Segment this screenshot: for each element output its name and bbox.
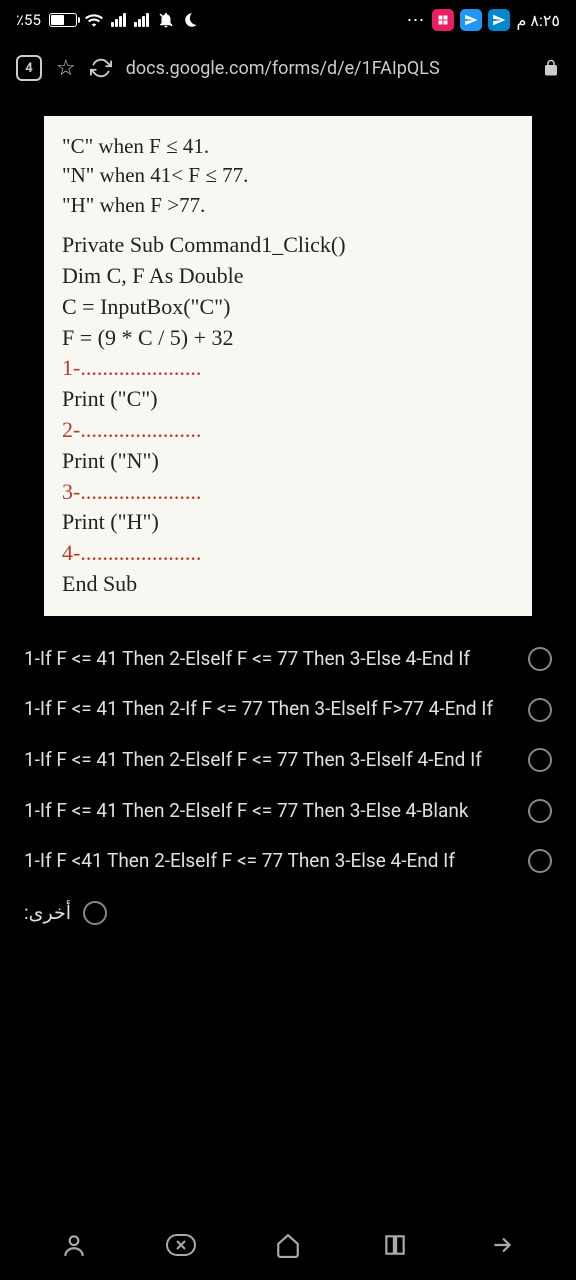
nav-book-button[interactable] <box>379 1229 411 1261</box>
bottom-nav-bar <box>0 1210 576 1280</box>
moon-icon <box>183 11 201 29</box>
code-line: Private Sub Command1_Click() <box>62 230 514 261</box>
radio-option[interactable]: 1-If F <= 41 Then 2-If F <= 77 Then 3-El… <box>24 684 552 735</box>
battery-percent: ٪55 <box>16 11 41 29</box>
option-text: 1-If F <= 41 Then 2-ElseIf F <= 77 Then … <box>24 646 512 673</box>
blank-line: 1-...................... <box>62 353 514 384</box>
app-badge-2 <box>460 9 482 31</box>
code-line: Print ("N") <box>62 446 514 477</box>
app-badge-1 <box>432 9 454 31</box>
radio-circle-icon <box>528 698 552 722</box>
code-line: Dim C, F As Double <box>62 261 514 292</box>
rule-line: "N" when 41< F ≤ 77. <box>62 161 514 190</box>
code-line: F = (9 * C / 5) + 32 <box>62 323 514 354</box>
nav-home-button[interactable] <box>272 1229 304 1261</box>
radio-circle-icon <box>528 849 552 873</box>
status-left: ٪55 <box>16 11 201 29</box>
rule-line: "H" when F >77. <box>62 191 514 220</box>
bookmark-star-icon[interactable]: ☆ <box>56 56 76 81</box>
nav-close-tabs-button[interactable] <box>165 1229 197 1261</box>
clock-time: ٨:٢٥ م <box>516 11 560 30</box>
radio-circle-icon <box>83 901 107 925</box>
status-right: ⋯ ٨:٢٥ م <box>406 9 560 31</box>
more-icon: ⋯ <box>406 10 426 31</box>
radio-circle-icon <box>528 647 552 671</box>
blank-line: 3-...................... <box>62 477 514 508</box>
battery-icon <box>49 13 77 27</box>
radio-option[interactable]: 1-If F <41 Then 2-ElseIf F <= 77 Then 3-… <box>24 836 552 887</box>
option-text: 1-If F <= 41 Then 2-ElseIf F <= 77 Then … <box>24 798 512 825</box>
bell-off-icon <box>157 11 175 29</box>
telegram-badge <box>488 9 510 31</box>
code-line: End Sub <box>62 569 514 600</box>
radio-circle-icon <box>528 799 552 823</box>
nav-forward-button[interactable] <box>486 1229 518 1261</box>
code-line: C = InputBox("C") <box>62 292 514 323</box>
radio-circle-icon <box>528 748 552 772</box>
radio-option[interactable]: 1-If F <= 41 Then 2-ElseIf F <= 77 Then … <box>24 634 552 685</box>
blank-line: 2-...................... <box>62 415 514 446</box>
radio-option-other[interactable]: أخرى: <box>24 887 552 939</box>
code-line: Print ("C") <box>62 384 514 415</box>
signal-icon-2 <box>134 13 149 27</box>
code-line: Print ("H") <box>62 507 514 538</box>
url-text[interactable]: docs.google.com/forms/d/e/1FAIpQLS <box>126 58 528 79</box>
status-bar: ٪55 ⋯ ٨:٢٥ م <box>0 0 576 40</box>
tab-count-button[interactable]: 4 <box>16 55 42 81</box>
wifi-icon <box>85 13 103 27</box>
reload-icon[interactable] <box>90 57 112 79</box>
option-text: 1-If F <41 Then 2-ElseIf F <= 77 Then 3-… <box>24 848 512 875</box>
blank-line: 4-...................... <box>62 538 514 569</box>
lock-icon <box>542 59 560 77</box>
form-content: "C" when F ≤ 41. "N" when 41< F ≤ 77. "H… <box>0 96 576 1210</box>
question-code-image: "C" when F ≤ 41. "N" when 41< F ≤ 77. "H… <box>44 116 532 616</box>
option-text: 1-If F <= 41 Then 2-ElseIf F <= 77 Then … <box>24 747 512 774</box>
nav-profile-button[interactable] <box>58 1229 90 1261</box>
other-label: أخرى: <box>24 901 71 924</box>
browser-url-bar: 4 ☆ docs.google.com/forms/d/e/1FAIpQLS <box>0 40 576 96</box>
option-text: 1-If F <= 41 Then 2-If F <= 77 Then 3-El… <box>24 696 512 723</box>
rule-line: "C" when F ≤ 41. <box>62 132 514 161</box>
signal-icon <box>111 13 126 27</box>
radio-option[interactable]: 1-If F <= 41 Then 2-ElseIf F <= 77 Then … <box>24 786 552 837</box>
radio-option[interactable]: 1-If F <= 41 Then 2-ElseIf F <= 77 Then … <box>24 735 552 786</box>
